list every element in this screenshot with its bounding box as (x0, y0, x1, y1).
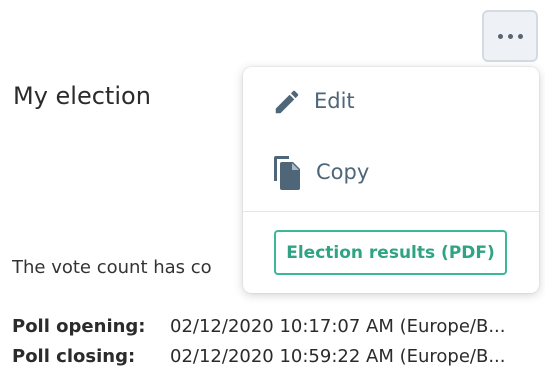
more-horizontal-icon-dot (507, 33, 513, 39)
copy-icon (273, 156, 301, 190)
poll-opening-row: Poll opening: 02/12/2020 10:17:07 AM (Eu… (12, 316, 542, 337)
election-results-pdf-button[interactable]: Election results (PDF) (274, 230, 507, 275)
menu-divider (243, 211, 539, 212)
menu-item-copy[interactable]: Copy (243, 143, 539, 203)
poll-closing-row: Poll closing: 02/12/2020 10:59:22 AM (Eu… (12, 346, 542, 367)
pencil-icon (272, 87, 302, 117)
more-options-button[interactable] (482, 10, 538, 62)
vote-count-status: The vote count has co (12, 257, 212, 278)
more-horizontal-icon-dot (517, 33, 523, 39)
poll-opening-value: 02/12/2020 10:17:07 AM (Europe/B... (170, 316, 506, 337)
election-title: My election (13, 82, 151, 110)
more-horizontal-icon (497, 33, 503, 39)
poll-opening-label: Poll opening: (12, 316, 146, 337)
options-dropdown-menu: Edit Copy Election results (PDF) (243, 67, 539, 293)
menu-item-edit-label: Edit (314, 89, 355, 113)
poll-closing-value: 02/12/2020 10:59:22 AM (Europe/B... (170, 346, 506, 367)
poll-closing-label: Poll closing: (12, 346, 136, 367)
menu-item-edit[interactable]: Edit (243, 72, 539, 132)
menu-item-copy-label: Copy (316, 160, 370, 184)
